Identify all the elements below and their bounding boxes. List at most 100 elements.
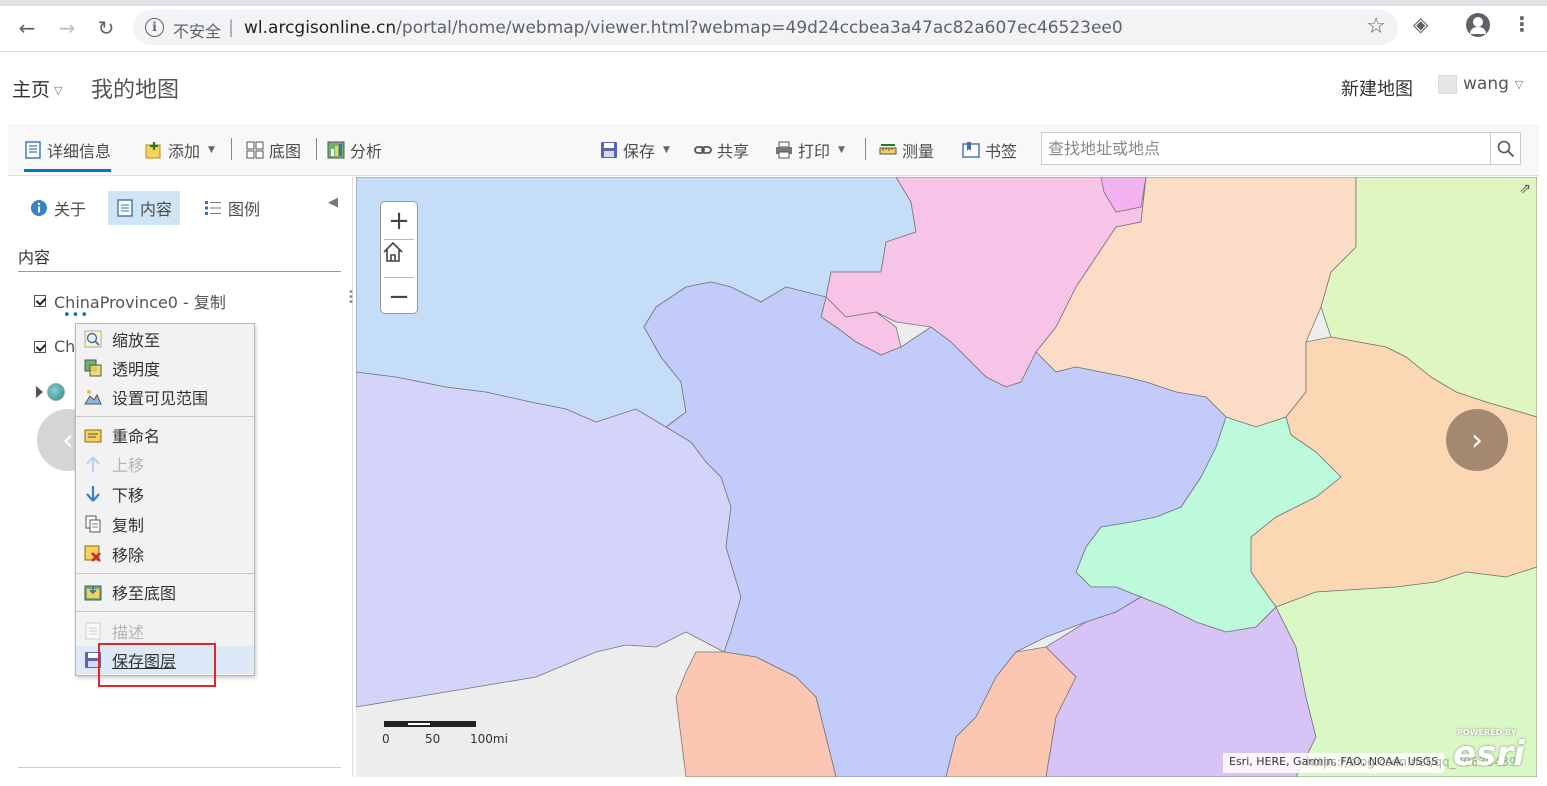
layer-checkbox[interactable] xyxy=(34,295,46,307)
map-toolbar: 详细信息 添加 ▼ 底图 分析 保存 ▼ 共享 打印 ▼ 测量 书签 xyxy=(8,124,1539,176)
address-bar[interactable]: i 不安全 | wl.arcgisonline.cn/portal/home/w… xyxy=(133,10,1398,45)
zoom-to-icon xyxy=(84,330,102,348)
tab-about[interactable]: 关于 xyxy=(22,191,94,225)
measure-label: 测量 xyxy=(902,142,935,161)
collapse-panel-icon[interactable]: ◀ xyxy=(328,195,338,210)
measure-icon xyxy=(879,144,897,155)
layer-options-icon[interactable]: ••• xyxy=(63,309,89,322)
info-icon[interactable]: i xyxy=(145,18,164,37)
user-menu[interactable]: wang ▽ xyxy=(1438,74,1523,94)
bookmark-icon xyxy=(962,142,980,158)
new-map-link[interactable]: 新建地图 xyxy=(1341,75,1413,101)
description-icon xyxy=(85,622,101,640)
visible-range-icon xyxy=(84,390,102,405)
add-icon xyxy=(145,142,161,159)
reload-icon[interactable]: ↻ xyxy=(92,14,120,42)
divider xyxy=(18,271,341,272)
browser-menu-icon[interactable]: ⋮ xyxy=(1512,12,1532,36)
scale-label: 0 xyxy=(382,732,390,746)
printer-icon xyxy=(776,141,792,159)
details-button[interactable]: 详细信息 xyxy=(24,138,112,172)
app-header: 主页 ▽ 我的地图 新建地图 wang ▽ xyxy=(0,53,1547,123)
tab-label: 内容 xyxy=(140,200,173,219)
profile-icon[interactable] xyxy=(1466,13,1490,37)
menu-item-move-down[interactable]: 下移 xyxy=(76,480,254,508)
home-extent-button[interactable] xyxy=(381,240,417,277)
next-arrow-button[interactable]: › xyxy=(1446,409,1508,471)
analysis-label: 分析 xyxy=(350,142,383,161)
url-text[interactable]: wl.arcgisonline.cn/portal/home/webmap/vi… xyxy=(244,18,1123,38)
annotation-highlight-box xyxy=(98,643,216,687)
menu-item-label: 缩放至 xyxy=(112,331,161,350)
layer-name[interactable]: Ch xyxy=(54,337,75,356)
menu-separator xyxy=(76,611,254,612)
url-host: wl.arcgisonline.cn xyxy=(244,18,397,38)
share-button[interactable]: 共享 xyxy=(694,138,749,162)
print-button[interactable]: 打印 ▼ xyxy=(775,138,845,162)
basemap-button[interactable]: 底图 xyxy=(246,138,301,162)
menu-item-label: 重命名 xyxy=(112,427,161,446)
menu-item-rename[interactable]: 重命名 xyxy=(76,421,254,449)
search-input[interactable] xyxy=(1042,133,1492,164)
menu-item-description[interactable]: 描述 xyxy=(76,617,254,645)
map-title: 我的地图 xyxy=(91,78,180,103)
copy-icon xyxy=(85,515,101,533)
forward-arrow-icon[interactable]: → xyxy=(53,14,81,42)
zoom-out-button[interactable]: − xyxy=(381,278,417,315)
tab-label: 关于 xyxy=(54,200,87,219)
menu-item-label: 描述 xyxy=(112,623,145,642)
move-up-icon xyxy=(86,456,100,472)
info-icon xyxy=(31,200,47,216)
details-icon xyxy=(25,141,41,159)
move-down-icon xyxy=(86,486,100,502)
menu-item-move-up[interactable]: 上移 xyxy=(76,450,254,478)
save-label: 保存 xyxy=(623,142,656,161)
tab-content[interactable]: 内容 xyxy=(108,191,181,225)
menu-item-label: 上移 xyxy=(112,456,145,475)
expand-icon[interactable] xyxy=(36,386,43,398)
transparency-icon xyxy=(84,359,102,377)
scale-label: 100mi xyxy=(470,732,508,746)
menu-item-copy[interactable]: 复制 xyxy=(76,510,254,538)
tab-label: 图例 xyxy=(228,200,261,219)
menu-item-zoom-to[interactable]: 缩放至 xyxy=(76,325,254,353)
basemap-item[interactable] xyxy=(36,383,65,401)
layer-item[interactable]: Ch xyxy=(34,337,75,356)
panel-splitter-handle[interactable]: • • • xyxy=(348,288,354,308)
rename-icon xyxy=(84,429,102,443)
menu-item-move-to-basemap[interactable]: 移至底图 xyxy=(76,578,254,606)
layer-checkbox[interactable] xyxy=(34,340,46,353)
security-label[interactable]: 不安全 xyxy=(173,18,221,42)
divider xyxy=(18,767,341,768)
zoom-in-button[interactable]: + xyxy=(381,202,417,239)
link-icon xyxy=(694,146,712,154)
basemap-icon xyxy=(246,141,264,159)
extension-icon[interactable]: ◈ xyxy=(1413,12,1428,36)
search-button[interactable] xyxy=(1490,133,1520,164)
remove-icon xyxy=(84,545,101,562)
menu-separator xyxy=(76,573,254,574)
analysis-button[interactable]: 分析 xyxy=(327,138,382,162)
province-map xyxy=(356,177,1537,777)
add-label: 添加 xyxy=(168,142,201,161)
menu-item-transparency[interactable]: 透明度 xyxy=(76,354,254,382)
back-arrow-icon[interactable]: ← xyxy=(13,14,41,42)
layer-context-menu: 缩放至 透明度 设置可见范围 重命名 上移 下移 复制 移除 移至底图 描述 保… xyxy=(75,323,255,676)
add-button[interactable]: 添加 ▼ xyxy=(145,138,215,162)
tab-legend[interactable]: 图例 xyxy=(196,191,268,225)
map-view[interactable]: + − ⇗ › 0 50 100mi Esri, HERE, Garmin, F… xyxy=(356,177,1537,777)
home-menu[interactable]: 主页 ▽ xyxy=(12,75,62,102)
toolbar-divider xyxy=(316,138,317,160)
measure-button[interactable]: 测量 xyxy=(879,138,934,162)
menu-item-visible-range[interactable]: 设置可见范围 xyxy=(76,383,254,411)
menu-item-label: 移至底图 xyxy=(112,584,177,603)
scale-bar-graphic xyxy=(384,721,476,727)
details-label: 详细信息 xyxy=(47,142,112,161)
bookmark-star-icon[interactable]: ☆ xyxy=(1366,14,1386,39)
save-button[interactable]: 保存 ▼ xyxy=(600,138,670,162)
zoom-control: + − xyxy=(380,201,418,314)
menu-item-remove[interactable]: 移除 xyxy=(76,540,254,568)
bookmarks-button[interactable]: 书签 xyxy=(962,138,1017,162)
esri-logo[interactable]: POWERED BY esri xyxy=(1453,726,1531,774)
expand-map-icon[interactable]: ⇗ xyxy=(1519,181,1531,197)
